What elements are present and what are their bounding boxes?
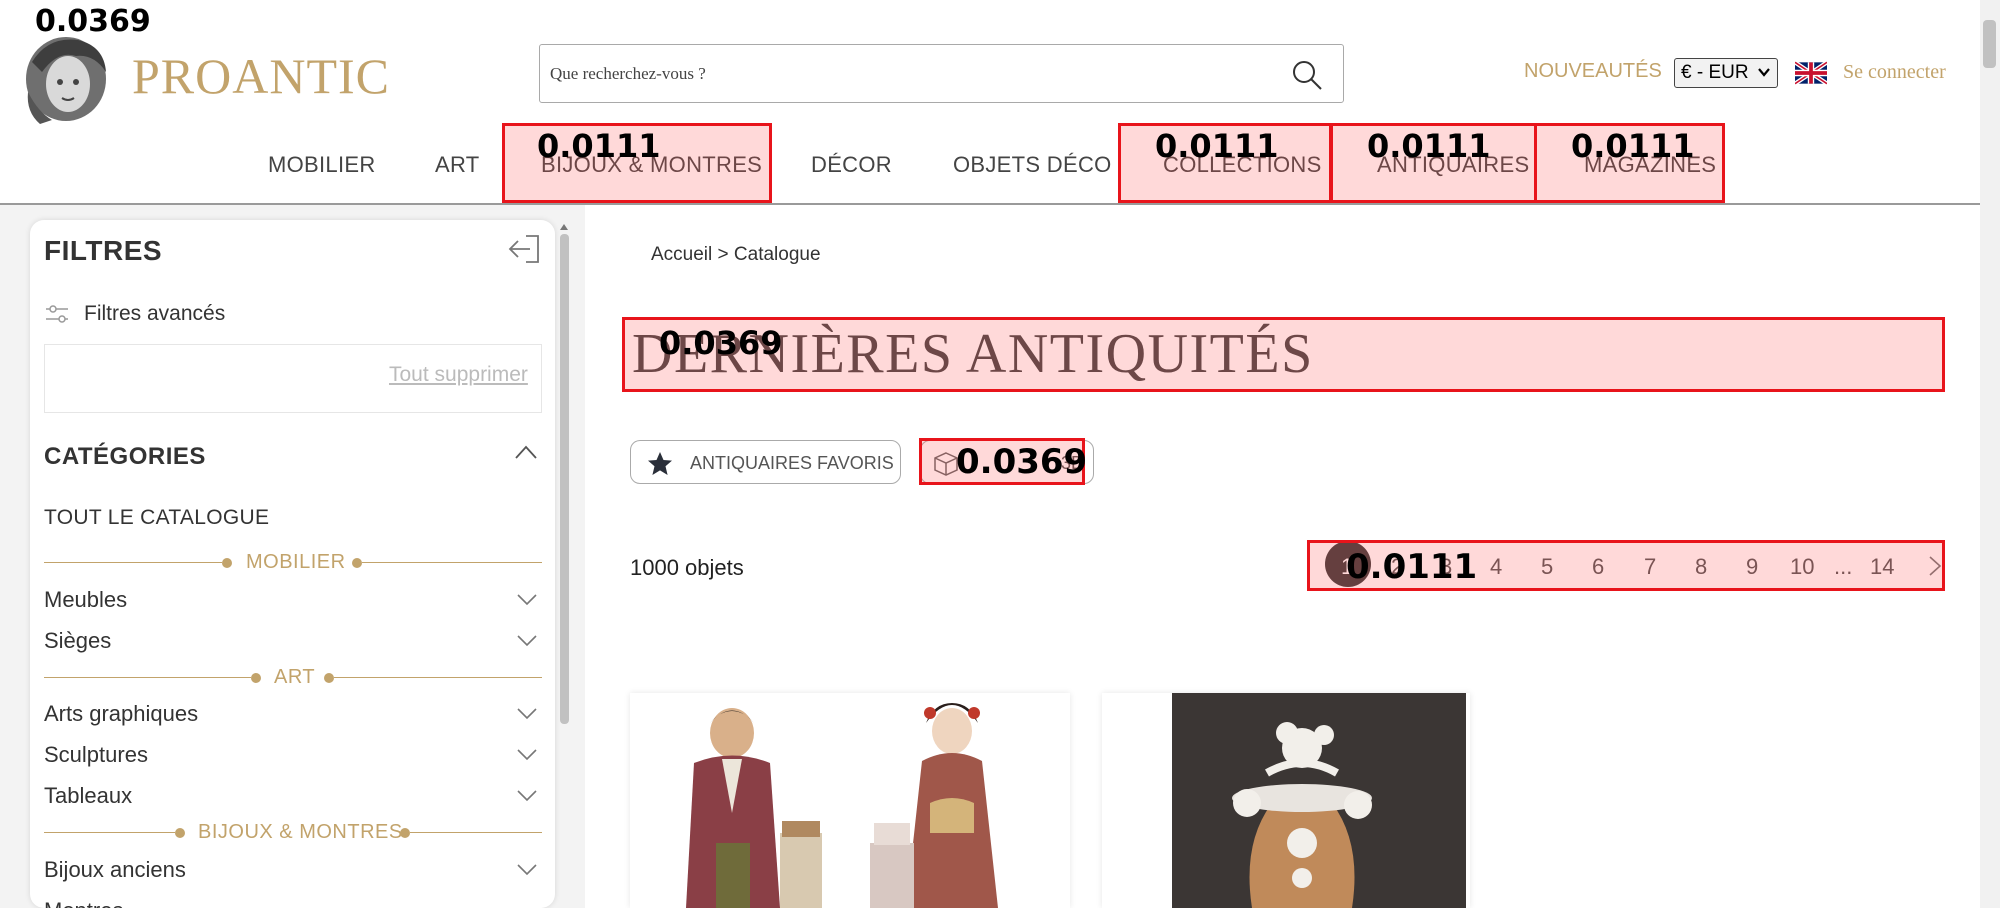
product-image[interactable] <box>1102 693 1470 908</box>
section-label: BIJOUX & MONTRES <box>198 821 403 843</box>
product-image[interactable] <box>630 693 1070 908</box>
category-label: Sculptures <box>44 742 148 767</box>
score-label: 0.0111 <box>537 127 661 165</box>
breadcrumb[interactable]: Accueil > Catalogue <box>651 244 821 266</box>
highlight-box: 0.0111 <box>1534 123 1725 203</box>
all-catalog-link[interactable]: TOUT LE CATALOGUE <box>44 506 269 530</box>
score-label: 0.0369 <box>35 4 151 39</box>
score-label: 0.0369 <box>659 324 783 362</box>
sliders-icon <box>46 305 68 323</box>
score-label: 0.0111 <box>1346 547 1478 587</box>
section-divider-art: ART <box>44 666 542 690</box>
highlight-box: 0.0111 <box>1307 540 1945 591</box>
logo-bust-icon[interactable] <box>18 32 114 126</box>
highlight-box: 0.0111 <box>1118 123 1332 203</box>
clear-all-filters-link[interactable]: Tout supprimer <box>389 363 528 387</box>
chevron-down-icon[interactable] <box>516 789 538 803</box>
category-label: Arts graphiques <box>44 701 199 726</box>
category-row-sieges[interactable]: Sièges <box>44 628 542 658</box>
nav-decor[interactable]: DÉCOR <box>811 152 892 178</box>
object-count: 1000 objets <box>630 555 744 580</box>
category-label: Bijoux anciens <box>44 857 186 882</box>
category-label: Sièges <box>44 628 112 653</box>
section-divider-mobilier: MOBILIER <box>44 551 542 575</box>
favorite-dealers-button[interactable]: ANTIQUAIRES FAVORIS <box>630 440 901 484</box>
uk-flag-icon[interactable] <box>1795 61 1827 85</box>
score-label: 0.0111 <box>1155 127 1279 165</box>
highlight-box: 0.0111 <box>502 123 772 203</box>
category-row-bijoux-anciens[interactable]: Bijoux anciens <box>44 857 542 887</box>
score-label: 0.0111 <box>1367 127 1491 165</box>
sidebar-scrollbar-thumb[interactable] <box>560 234 569 724</box>
section-divider-bijoux-montres: BIJOUX & MONTRES <box>44 821 542 845</box>
score-label: 0.0369 <box>956 442 1088 482</box>
highlight-box: 0.0111 <box>1330 123 1537 203</box>
category-label: Meubles <box>44 587 128 612</box>
category-row-sculptures[interactable]: Sculptures <box>44 742 542 772</box>
search-box <box>539 44 1344 103</box>
chevron-down-icon[interactable] <box>516 593 538 607</box>
search-input[interactable] <box>550 57 1270 91</box>
page-scrollbar-track[interactable] <box>1980 0 2000 908</box>
search-icon[interactable] <box>1291 59 1323 91</box>
login-link[interactable]: Se connecter <box>1843 61 1946 84</box>
section-label: MOBILIER <box>246 551 346 573</box>
page-scrollbar-thumb[interactable] <box>1983 20 1996 68</box>
filters-title: FILTRES <box>44 235 163 266</box>
categories-title[interactable]: CATÉGORIES <box>44 443 206 471</box>
product-card[interactable] <box>630 693 1070 908</box>
brand-logo-text[interactable]: PROANTIC <box>132 47 390 105</box>
chevron-down-icon[interactable] <box>516 634 538 648</box>
chevron-down-icon[interactable] <box>516 707 538 721</box>
nav-mobilier[interactable]: MOBILIER <box>268 152 376 178</box>
scroll-up-arrow-icon[interactable] <box>560 224 568 230</box>
category-row-meubles[interactable]: Meubles <box>44 587 542 617</box>
currency-select[interactable]: € - EUR <box>1674 58 1778 88</box>
category-label: Tableaux <box>44 783 133 808</box>
nouveautes-link[interactable]: NOUVEAUTÉS <box>1524 60 1662 83</box>
advanced-filters-button[interactable]: Filtres avancés <box>84 302 225 326</box>
score-label: 0.0111 <box>1571 127 1695 165</box>
collapse-sidebar-icon[interactable] <box>506 234 542 264</box>
highlight-box: 0.0369 <box>919 438 1088 485</box>
nav-objets-deco[interactable]: OBJETS DÉCO <box>953 152 1112 178</box>
category-row-montres[interactable]: Montres <box>44 898 542 908</box>
nav-art[interactable]: ART <box>435 152 480 178</box>
star-icon <box>648 452 672 475</box>
currency-value: € - EUR <box>1681 62 1749 83</box>
highlight-box: 0.0369 <box>622 317 1945 392</box>
chevron-up-icon[interactable] <box>513 443 539 461</box>
chevron-down-icon <box>1758 68 1770 77</box>
category-row-arts-graphiques[interactable]: Arts graphiques <box>44 701 542 731</box>
category-label: Montres <box>44 898 123 908</box>
favorite-dealers-label: ANTIQUAIRES FAVORIS <box>690 453 894 473</box>
category-row-tableaux[interactable]: Tableaux <box>44 783 542 813</box>
section-label: ART <box>274 666 316 688</box>
chevron-down-icon[interactable] <box>516 863 538 877</box>
product-card[interactable] <box>1102 693 1470 908</box>
chevron-down-icon[interactable] <box>516 748 538 762</box>
